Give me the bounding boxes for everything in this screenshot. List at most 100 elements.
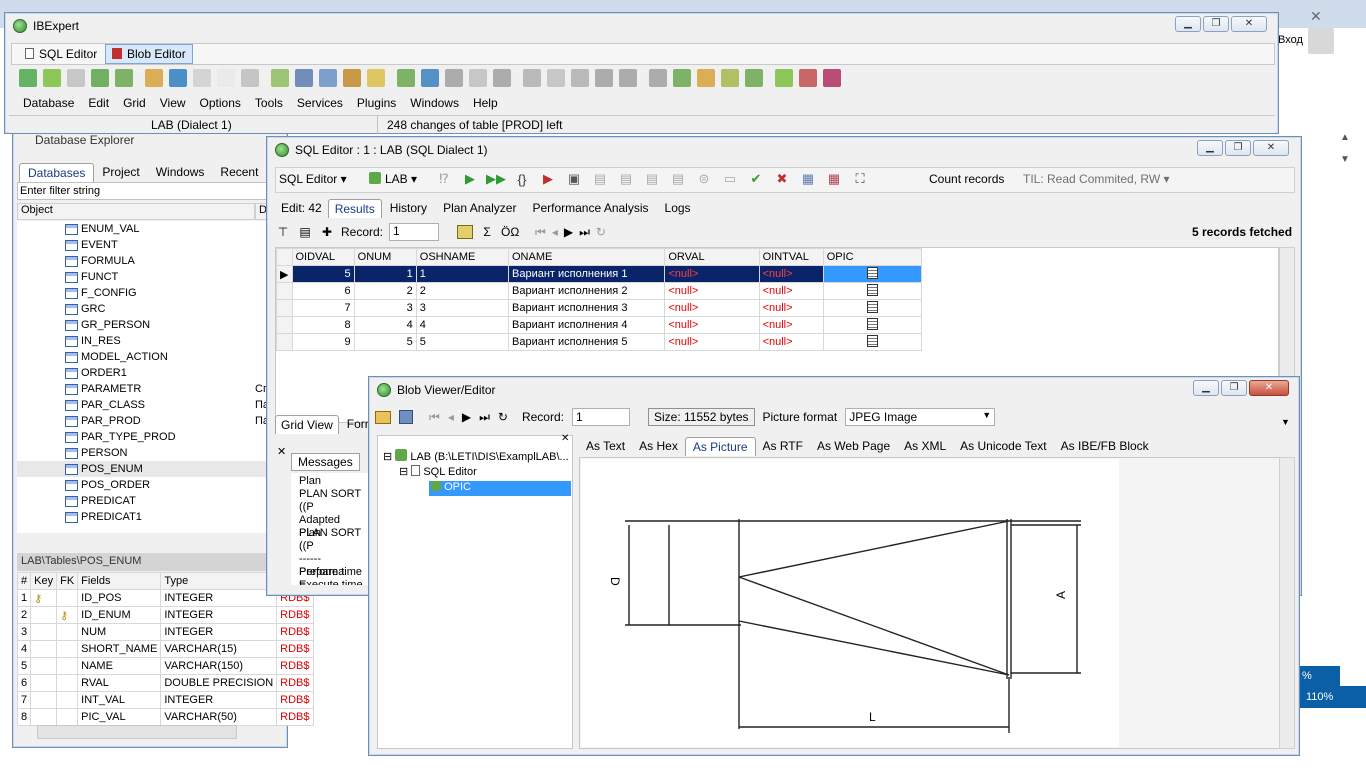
- play-icon[interactable]: ▶: [459, 171, 481, 187]
- tree-item-table[interactable]: FUNCT: [17, 269, 279, 285]
- cell-oidval[interactable]: 5: [291, 265, 355, 283]
- toolbar-icon[interactable]: [319, 69, 337, 87]
- table-icon[interactable]: ▦: [797, 171, 819, 187]
- tree-item-table[interactable]: ENUM_VAL: [17, 221, 279, 237]
- toolbar-icon[interactable]: [193, 69, 211, 87]
- table-row[interactable]: 2 ⚷ ID_ENUM INTEGER RDB$: [16, 606, 314, 624]
- stop-icon[interactable]: ▶: [537, 171, 559, 187]
- tree-item-table[interactable]: PERSON: [17, 445, 279, 461]
- format-icon[interactable]: ▭: [719, 171, 741, 187]
- view-tab[interactable]: As Unicode Text: [953, 437, 1054, 456]
- blob-options-arrow[interactable]: ▼: [1281, 417, 1290, 427]
- cell-oname[interactable]: Вариант исполнения 2: [507, 282, 666, 300]
- cell-onum[interactable]: 1: [353, 265, 417, 283]
- tree-item-table[interactable]: MODEL_ACTION: [17, 349, 279, 365]
- tab-history[interactable]: History: [382, 199, 435, 218]
- toolbar-icon[interactable]: [115, 69, 133, 87]
- background-scroll-up[interactable]: ▲: [1340, 132, 1350, 143]
- cell-oshname[interactable]: 3: [415, 299, 510, 317]
- toolbar-icon[interactable]: [649, 69, 667, 87]
- cell-opic[interactable]: [822, 299, 923, 317]
- fields-column-header[interactable]: #: [16, 572, 32, 590]
- sum-icon[interactable]: Σ: [479, 225, 495, 239]
- toolbar-icon[interactable]: [799, 69, 817, 87]
- menu-database[interactable]: Database: [23, 96, 74, 110]
- rollback-icon[interactable]: ✖: [771, 171, 793, 187]
- tab-performance-analysis[interactable]: Performance Analysis: [524, 199, 656, 218]
- report-icon[interactable]: ▦: [823, 171, 845, 187]
- toolbar-icon[interactable]: [67, 69, 85, 87]
- results-column-header[interactable]: ORVAL: [664, 248, 760, 266]
- add-filter-icon[interactable]: ✚: [319, 225, 335, 239]
- tree-item-table[interactable]: PAR_PROD Па: [17, 413, 279, 429]
- menu-grid[interactable]: Grid: [123, 96, 146, 110]
- messages-close-icon[interactable]: ✕: [277, 445, 286, 458]
- prev-icon[interactable]: ◂: [448, 410, 454, 424]
- picture-format-select[interactable]: JPEG Image ▼: [845, 408, 996, 426]
- cell-ointval[interactable]: <null>: [758, 316, 824, 334]
- toolbar-icon[interactable]: [367, 69, 385, 87]
- menu-options[interactable]: Options: [200, 96, 241, 110]
- view-tab[interactable]: As Picture: [684, 437, 756, 456]
- table-row[interactable]: 8 4 4 Вариант исполнения 4 <null> <null>: [276, 316, 923, 334]
- tree-item-table[interactable]: POS_ORDER: [17, 477, 279, 493]
- database-dropdown[interactable]: LAB ▾: [369, 172, 417, 186]
- blob-record-input[interactable]: 1: [571, 408, 630, 426]
- toolbar-icon[interactable]: [295, 69, 313, 87]
- toolbar-icon[interactable]: [91, 69, 109, 87]
- table-row[interactable]: 9 5 5 Вариант исполнения 5 <null> <null>: [276, 333, 923, 351]
- table-row[interactable]: 7 3 3 Вариант исполнения 3 <null> <null>: [276, 299, 923, 317]
- cell-oname[interactable]: Вариант исполнения 4: [507, 316, 666, 334]
- tree-item-table[interactable]: POS_ENUM: [17, 461, 279, 477]
- fit-icon[interactable]: ⛶: [849, 171, 871, 187]
- fields-column-header[interactable]: Fields: [77, 572, 162, 590]
- cell-ointval[interactable]: <null>: [758, 299, 824, 317]
- toolbar-icon[interactable]: [397, 69, 415, 87]
- tab-sql-editor[interactable]: SQL Editor: [19, 45, 103, 63]
- toolbar-icon[interactable]: [271, 69, 289, 87]
- filter-icon[interactable]: ⊤: [275, 225, 291, 239]
- table-row[interactable]: 7 INT_VAL INTEGER RDB$: [16, 691, 314, 709]
- tab-logs[interactable]: Logs: [657, 199, 699, 218]
- cell-oshname[interactable]: 1: [415, 265, 510, 283]
- table-row[interactable]: 3 NUM INTEGER RDB$: [16, 623, 314, 641]
- cell-opic[interactable]: [822, 316, 923, 334]
- cell-ointval[interactable]: <null>: [758, 265, 824, 283]
- toolbar-icon[interactable]: [217, 69, 235, 87]
- menu-help[interactable]: Help: [473, 96, 498, 110]
- cell-onum[interactable]: 3: [353, 299, 417, 317]
- tree-item-table[interactable]: F_CONFIG: [17, 285, 279, 301]
- maximize-button[interactable]: ❐: [1203, 16, 1229, 32]
- cell-oidval[interactable]: 6: [291, 282, 355, 300]
- messages-tab[interactable]: Messages: [291, 453, 360, 471]
- toolbar-icon[interactable]: [421, 69, 439, 87]
- menu-windows[interactable]: Windows: [410, 96, 459, 110]
- copy-icon[interactable]: ▣: [563, 171, 585, 187]
- tree-item-table[interactable]: GR_PERSON: [17, 317, 279, 333]
- background-login[interactable]: Вход: [1278, 34, 1303, 46]
- menu-edit[interactable]: Edit: [88, 96, 109, 110]
- sql-maximize-button[interactable]: ❐: [1225, 140, 1251, 156]
- last-record-icon[interactable]: ⏭: [579, 225, 590, 240]
- menu-services[interactable]: Services: [297, 96, 343, 110]
- blob-maximize-button[interactable]: ❐: [1221, 380, 1247, 396]
- tree-item-table[interactable]: IN_RES: [17, 333, 279, 349]
- blob-close-button[interactable]: ✕: [1249, 380, 1289, 396]
- minimize-button[interactable]: ▁: [1175, 16, 1201, 32]
- avatar[interactable]: [1308, 28, 1334, 54]
- doc3-icon[interactable]: ▤: [641, 171, 663, 187]
- cell-opic[interactable]: [822, 265, 923, 283]
- tree-node-sql-editor[interactable]: ⊟ SQL Editor: [399, 465, 477, 478]
- fields-column-header[interactable]: Type: [160, 572, 278, 590]
- tree-node-opic[interactable]: OPIC: [429, 481, 571, 496]
- toolbar-icon[interactable]: [445, 69, 463, 87]
- results-column-header[interactable]: ONUM: [353, 248, 417, 266]
- view-tab[interactable]: As Hex: [632, 437, 685, 456]
- object-column-header[interactable]: Object: [17, 203, 255, 220]
- fields-column-header[interactable]: FK: [56, 572, 79, 590]
- toolbar-icon[interactable]: [595, 69, 613, 87]
- tree-item-table[interactable]: EVENT: [17, 237, 279, 253]
- toolbar-icon[interactable]: [673, 69, 691, 87]
- cell-oshname[interactable]: 4: [415, 316, 510, 334]
- view-tab[interactable]: As RTF: [756, 437, 810, 456]
